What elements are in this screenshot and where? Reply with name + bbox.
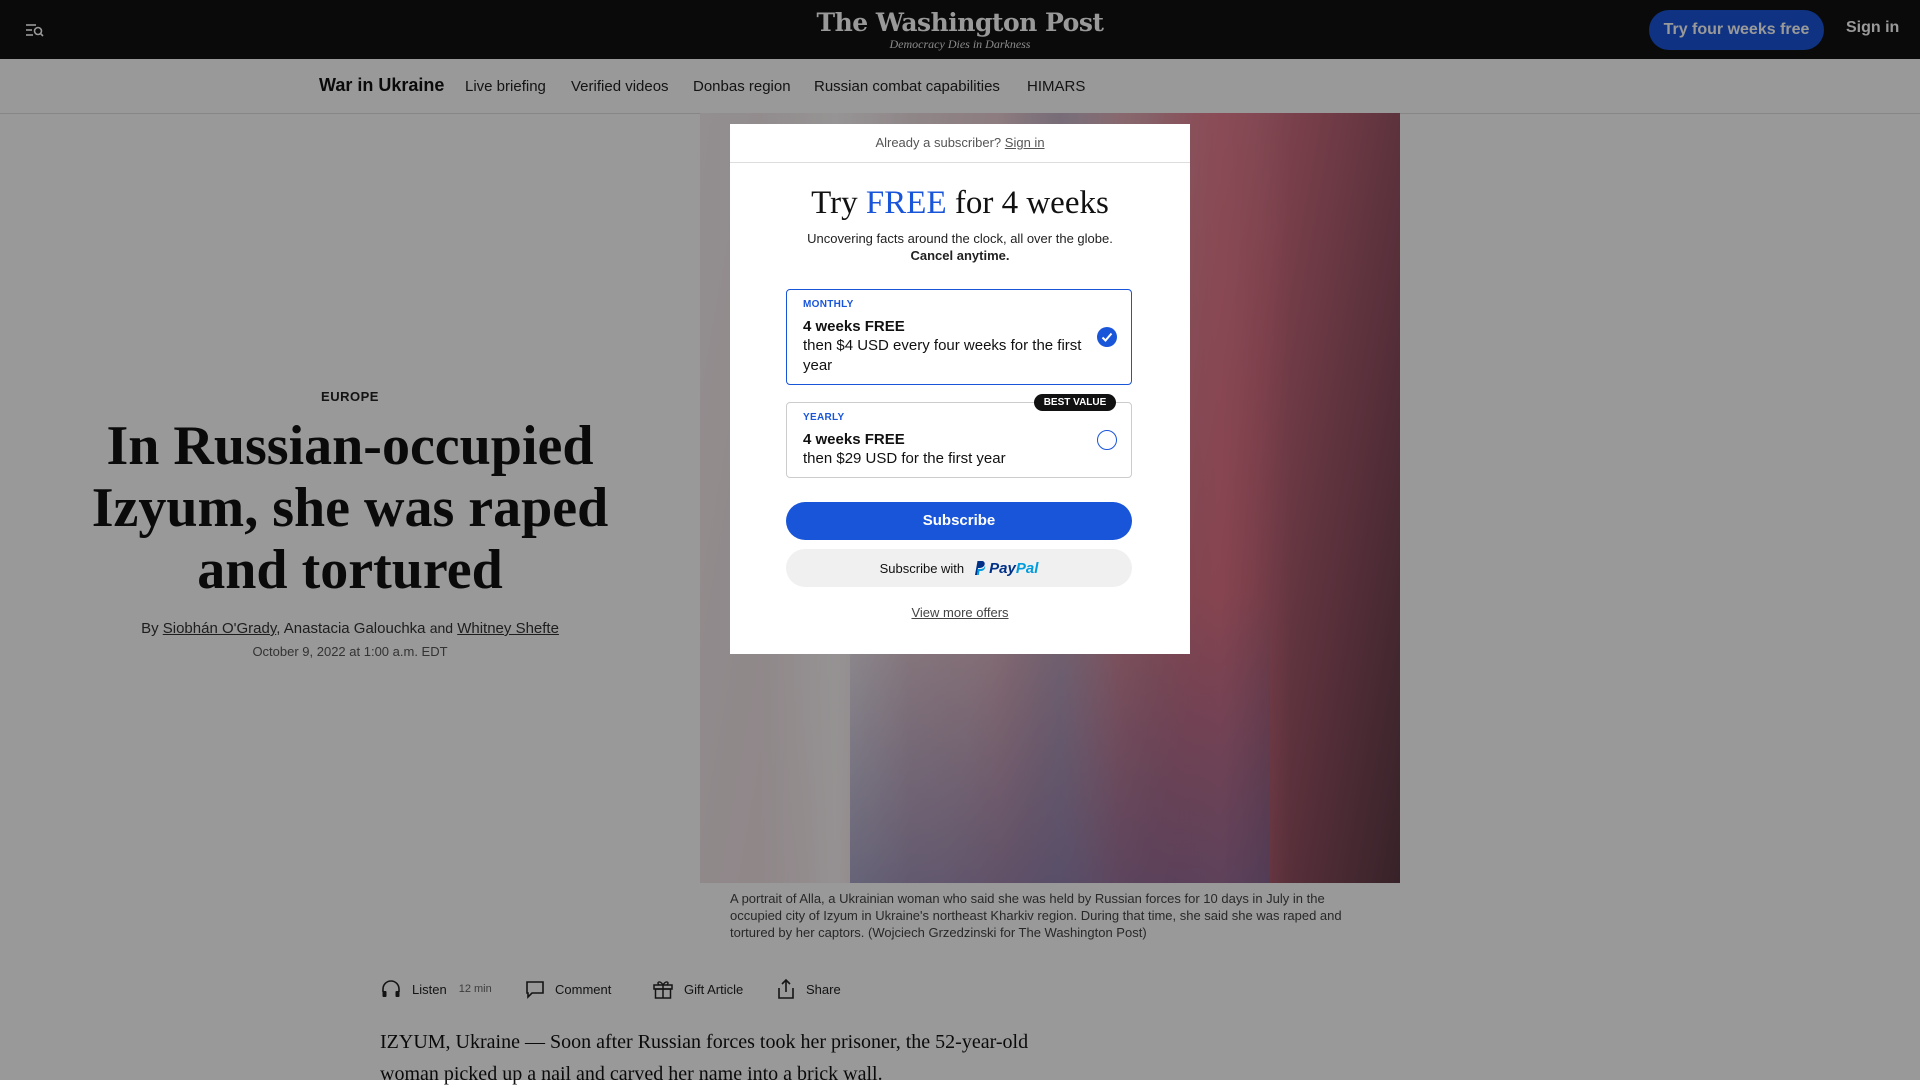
- modal-subtitle: Uncovering facts around the clock, all o…: [730, 230, 1190, 264]
- modal-subscriber-bar: Already a subscriber? Sign in: [730, 124, 1190, 163]
- plan-title-yearly: 4 weeks FREE: [803, 431, 905, 448]
- paypal-logo: Pay Pal: [972, 560, 1038, 577]
- plan-tag-yearly: YEARLY: [803, 412, 845, 423]
- plan-desc-yearly: then $29 USD for the first year: [803, 450, 1006, 467]
- already-subscriber-text: Already a subscriber?: [875, 135, 1002, 150]
- modal-title-free: FREE: [865, 185, 947, 221]
- paypal-subscribe-button[interactable]: Subscribe with Pay Pal: [786, 549, 1132, 587]
- modal-cancel-text: Cancel anytime.: [910, 248, 1010, 263]
- plan-title-monthly: 4 weeks FREE: [803, 318, 905, 335]
- plan-desc-monthly: then $4 USD every four weeks for the fir…: [803, 337, 1082, 374]
- paypal-prefix: Subscribe with: [879, 560, 965, 576]
- modal-title: Try FREE for 4 weeks: [730, 185, 1190, 222]
- paypal-word-pay: Pay: [989, 559, 1016, 577]
- plan-option-yearly[interactable]: YEARLY 4 weeks FREE then $29 USD for the…: [786, 402, 1132, 478]
- paypal-word-pal: Pal: [1015, 559, 1039, 577]
- plan-option-monthly[interactable]: MONTHLY 4 weeks FREE then $4 USD every f…: [786, 289, 1132, 385]
- plan-radio-yearly[interactable]: [1097, 430, 1117, 450]
- modal-title-pre: Try: [811, 185, 858, 221]
- view-more-offers-link[interactable]: View more offers: [730, 605, 1190, 620]
- modal-subtitle-text: Uncovering facts around the clock, all o…: [807, 231, 1113, 246]
- best-value-badge: BEST VALUE: [1034, 394, 1116, 411]
- modal-signin-link[interactable]: Sign in: [1005, 135, 1045, 150]
- checkmark-icon: [1101, 332, 1113, 342]
- paypal-icon: [975, 561, 986, 575]
- paywall-modal: Already a subscriber? Sign in Try FREE f…: [730, 124, 1190, 654]
- plan-tag-monthly: MONTHLY: [803, 299, 854, 310]
- modal-title-post: for 4 weeks: [954, 185, 1109, 221]
- plan-radio-monthly[interactable]: [1097, 327, 1117, 347]
- subscribe-button[interactable]: Subscribe: [786, 502, 1132, 540]
